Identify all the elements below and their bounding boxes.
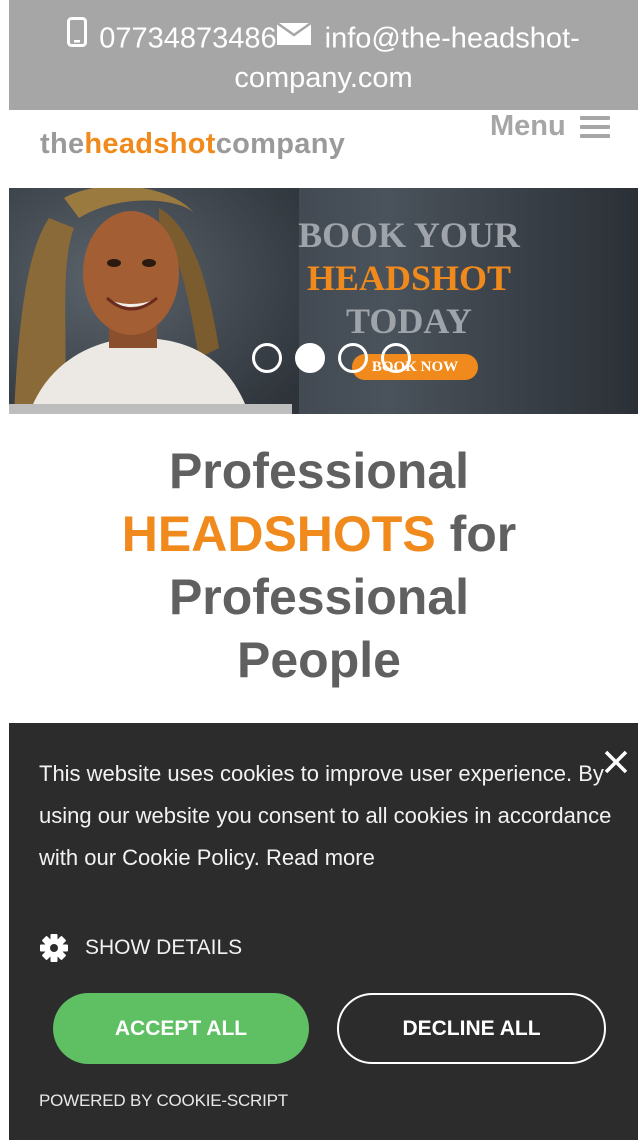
slider-dot-3[interactable] xyxy=(338,343,368,373)
menu-label: Menu xyxy=(490,110,566,142)
logo-company: company xyxy=(215,128,346,160)
hero-headline: BOOK YOUR HEADSHOT TODAY xyxy=(249,214,569,343)
title-line-2-rest: for xyxy=(435,506,517,562)
hero-bottom-strip xyxy=(9,404,292,414)
slider-dot-4[interactable] xyxy=(381,343,411,373)
decline-all-button[interactable]: DECLINE ALL xyxy=(337,993,606,1064)
hero-line-2: HEADSHOT xyxy=(306,258,512,298)
phone-icon xyxy=(67,17,99,60)
cookie-banner: This website uses cookies to improve use… xyxy=(9,723,638,1140)
logo-the: the xyxy=(40,128,85,160)
cookie-message: This website uses cookies to improve use… xyxy=(39,761,612,870)
email-line-2: company.com xyxy=(234,62,413,94)
logo-headshot: headshot xyxy=(84,128,216,160)
phone-link[interactable]: 07734873486 xyxy=(99,23,276,55)
mail-icon xyxy=(275,21,325,59)
hero-banner[interactable]: BOOK YOUR HEADSHOT TODAY BOOK NOW xyxy=(9,188,638,414)
accept-all-button[interactable]: ACCEPT ALL xyxy=(53,993,309,1064)
gear-icon xyxy=(40,934,68,962)
email-line-1: info@the-headshot- xyxy=(324,22,580,55)
title-line-3: Professional xyxy=(168,569,470,625)
page-title: Professional HEADSHOTS for Professional … xyxy=(0,440,638,692)
powered-by-link[interactable]: POWERED BY COOKIE-SCRIPT xyxy=(39,1091,288,1111)
title-accent: HEADSHOTS xyxy=(121,506,436,562)
site-logo[interactable]: theheadshotcompany xyxy=(40,128,345,161)
hero-line-1: BOOK YOUR xyxy=(298,215,520,255)
site-header: theheadshotcompany Menu xyxy=(0,110,638,188)
show-details-toggle[interactable]: SHOW DETAILS xyxy=(39,933,242,963)
slider-dot-2[interactable] xyxy=(295,343,325,373)
slider-dot-1[interactable] xyxy=(252,343,282,373)
menu-button[interactable]: Menu xyxy=(490,110,610,143)
title-line-1: Professional xyxy=(168,443,470,499)
slider-dots xyxy=(252,343,411,373)
hero-line-3: TODAY xyxy=(345,301,473,341)
show-details-label: SHOW DETAILS xyxy=(85,936,243,959)
contact-bar: 07734873486 info@the-headshot-company.co… xyxy=(9,0,638,110)
hamburger-icon xyxy=(579,115,610,138)
title-line-4: People xyxy=(237,632,401,688)
